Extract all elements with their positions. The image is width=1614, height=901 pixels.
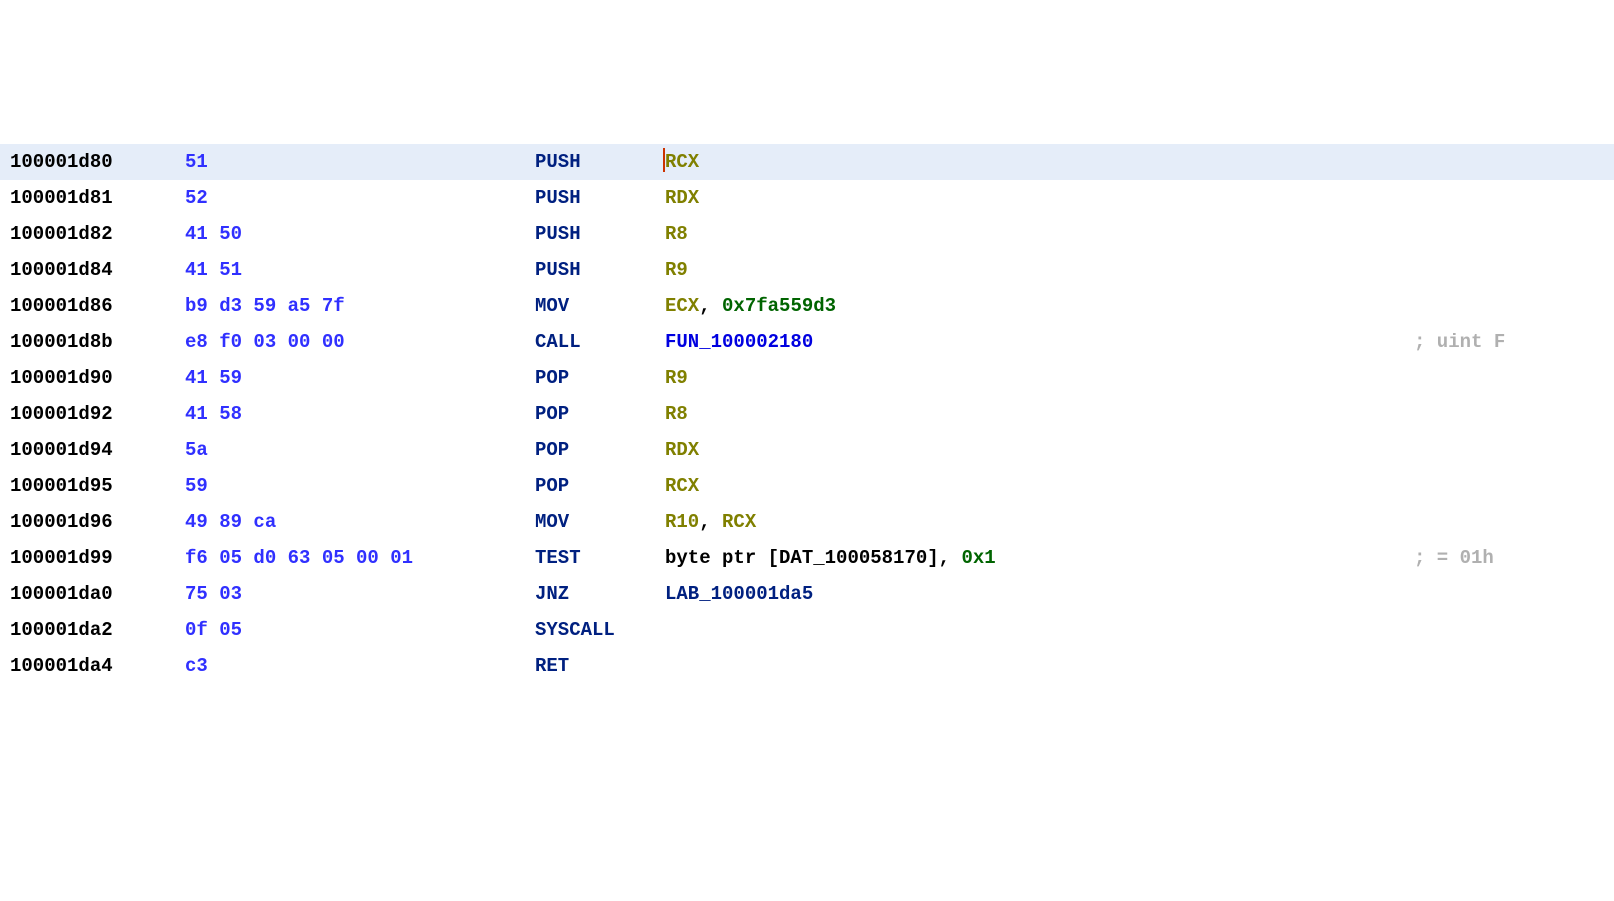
operand-reg: R9 [665,259,688,281]
operands[interactable]: R9 [665,360,1394,396]
operand-reg: R10 [665,511,699,533]
operand-reg: R9 [665,367,688,389]
listing-row[interactable]: 100001d99f6 05 d0 63 05 00 01TESTbyte pt… [0,540,1614,576]
operand-reg: RDX [665,439,699,461]
bytes: 59 [185,468,535,504]
mnemonic: PUSH [535,180,665,216]
operands[interactable]: RDX [665,432,1394,468]
address: 100001d8b [10,324,185,360]
bytes: 0f 05 [185,612,535,648]
mnemonic: MOV [535,288,665,324]
operands[interactable]: R8 [665,396,1394,432]
operands[interactable]: R10, RCX [665,504,1394,540]
mnemonic: PUSH [535,216,665,252]
mnemonic: TEST [535,540,665,576]
listing-row[interactable]: 100001d8be8 f0 03 00 00CALLFUN_100002180… [0,324,1614,360]
operands[interactable]: ECX, 0x7fa559d3 [665,288,1394,324]
listing-row[interactable]: 100001d8051PUSHRCX [0,144,1614,180]
operand-txt: ], [927,547,961,569]
operand-reg: RCX [665,151,699,173]
listing-row[interactable]: 100001d9649 89 caMOVR10, RCX [0,504,1614,540]
listing-row[interactable]: 100001d945aPOPRDX [0,432,1614,468]
address: 100001d99 [10,540,185,576]
bytes: 41 51 [185,252,535,288]
bytes: 52 [185,180,535,216]
disassembly-listing[interactable]: 100001d8051PUSHRCX100001d8152PUSHRDX1000… [0,144,1614,720]
bytes: 41 59 [185,360,535,396]
address: 100001d84 [10,252,185,288]
operand-lab[interactable]: LAB_100001da5 [665,583,813,605]
listing-row[interactable]: 100001d9241 58POPR8 [0,396,1614,432]
address: 100001d94 [10,432,185,468]
address: 100001d82 [10,216,185,252]
listing-row[interactable]: 100001d9559POPRCX [0,468,1614,504]
operand-reg: RDX [665,187,699,209]
operands[interactable]: RCX [665,468,1394,504]
operands[interactable]: byte ptr [DAT_100058170], 0x1 [665,540,1394,576]
operand-txt: , [699,511,722,533]
operand-reg: ECX [665,295,699,317]
mnemonic: POP [535,468,665,504]
mnemonic: POP [535,360,665,396]
bytes: 49 89 ca [185,504,535,540]
address: 100001d80 [10,144,185,180]
mnemonic: SYSCALL [535,612,665,648]
operands[interactable]: RDX [665,180,1394,216]
listing-row[interactable]: 100001da20f 05SYSCALL [0,612,1614,648]
mnemonic: CALL [535,324,665,360]
eol-comment: ; uint F [1394,324,1614,360]
mnemonic: PUSH [535,252,665,288]
operands[interactable]: FUN_100002180 [665,324,1394,360]
listing-row[interactable]: 100001d8152PUSHRDX [0,180,1614,216]
mnemonic: RET [535,648,665,684]
address: 100001da2 [10,612,185,648]
operands[interactable]: LAB_100001da5 [665,576,1394,612]
listing-row[interactable]: 100001d8441 51PUSHR9 [0,252,1614,288]
operand-reg: R8 [665,223,688,245]
operand-num: 0x1 [961,547,995,569]
address: 100001d96 [10,504,185,540]
operands[interactable]: R9 [665,252,1394,288]
address: 100001d92 [10,396,185,432]
bytes: 41 50 [185,216,535,252]
listing-row[interactable]: 100001da4c3RET [0,648,1614,684]
operand-num: 0x7fa559d3 [722,295,836,317]
operand-txt: byte ptr [ [665,547,779,569]
mnemonic: POP [535,432,665,468]
bytes: f6 05 d0 63 05 00 01 [185,540,535,576]
mnemonic: POP [535,396,665,432]
bytes: c3 [185,648,535,684]
operand-reg: RCX [665,475,699,497]
operands[interactable]: RCX [665,144,1394,180]
address: 100001da4 [10,648,185,684]
bytes: 75 03 [185,576,535,612]
address: 100001d81 [10,180,185,216]
bytes: 41 58 [185,396,535,432]
mnemonic: JNZ [535,576,665,612]
operand-reg: R8 [665,403,688,425]
operand-func[interactable]: FUN_100002180 [665,331,813,353]
bytes: b9 d3 59 a5 7f [185,288,535,324]
operands[interactable]: R8 [665,216,1394,252]
mnemonic: PUSH [535,144,665,180]
bytes: 5a [185,432,535,468]
address: 100001d90 [10,360,185,396]
bytes: e8 f0 03 00 00 [185,324,535,360]
eol-comment: ; = 01h [1394,540,1614,576]
address: 100001d95 [10,468,185,504]
operand-reg: RCX [722,511,756,533]
text-cursor [663,148,665,172]
listing-row[interactable]: 100001d8241 50PUSHR8 [0,216,1614,252]
listing-row[interactable]: 100001d9041 59POPR9 [0,360,1614,396]
bytes: 51 [185,144,535,180]
operand-dat[interactable]: DAT_100058170 [779,547,927,569]
listing-row[interactable]: 100001d86b9 d3 59 a5 7fMOVECX, 0x7fa559d… [0,288,1614,324]
listing-row[interactable]: 100001da075 03JNZLAB_100001da5 [0,576,1614,612]
mnemonic: MOV [535,504,665,540]
address: 100001da0 [10,576,185,612]
address: 100001d86 [10,288,185,324]
operand-txt: , [699,295,722,317]
